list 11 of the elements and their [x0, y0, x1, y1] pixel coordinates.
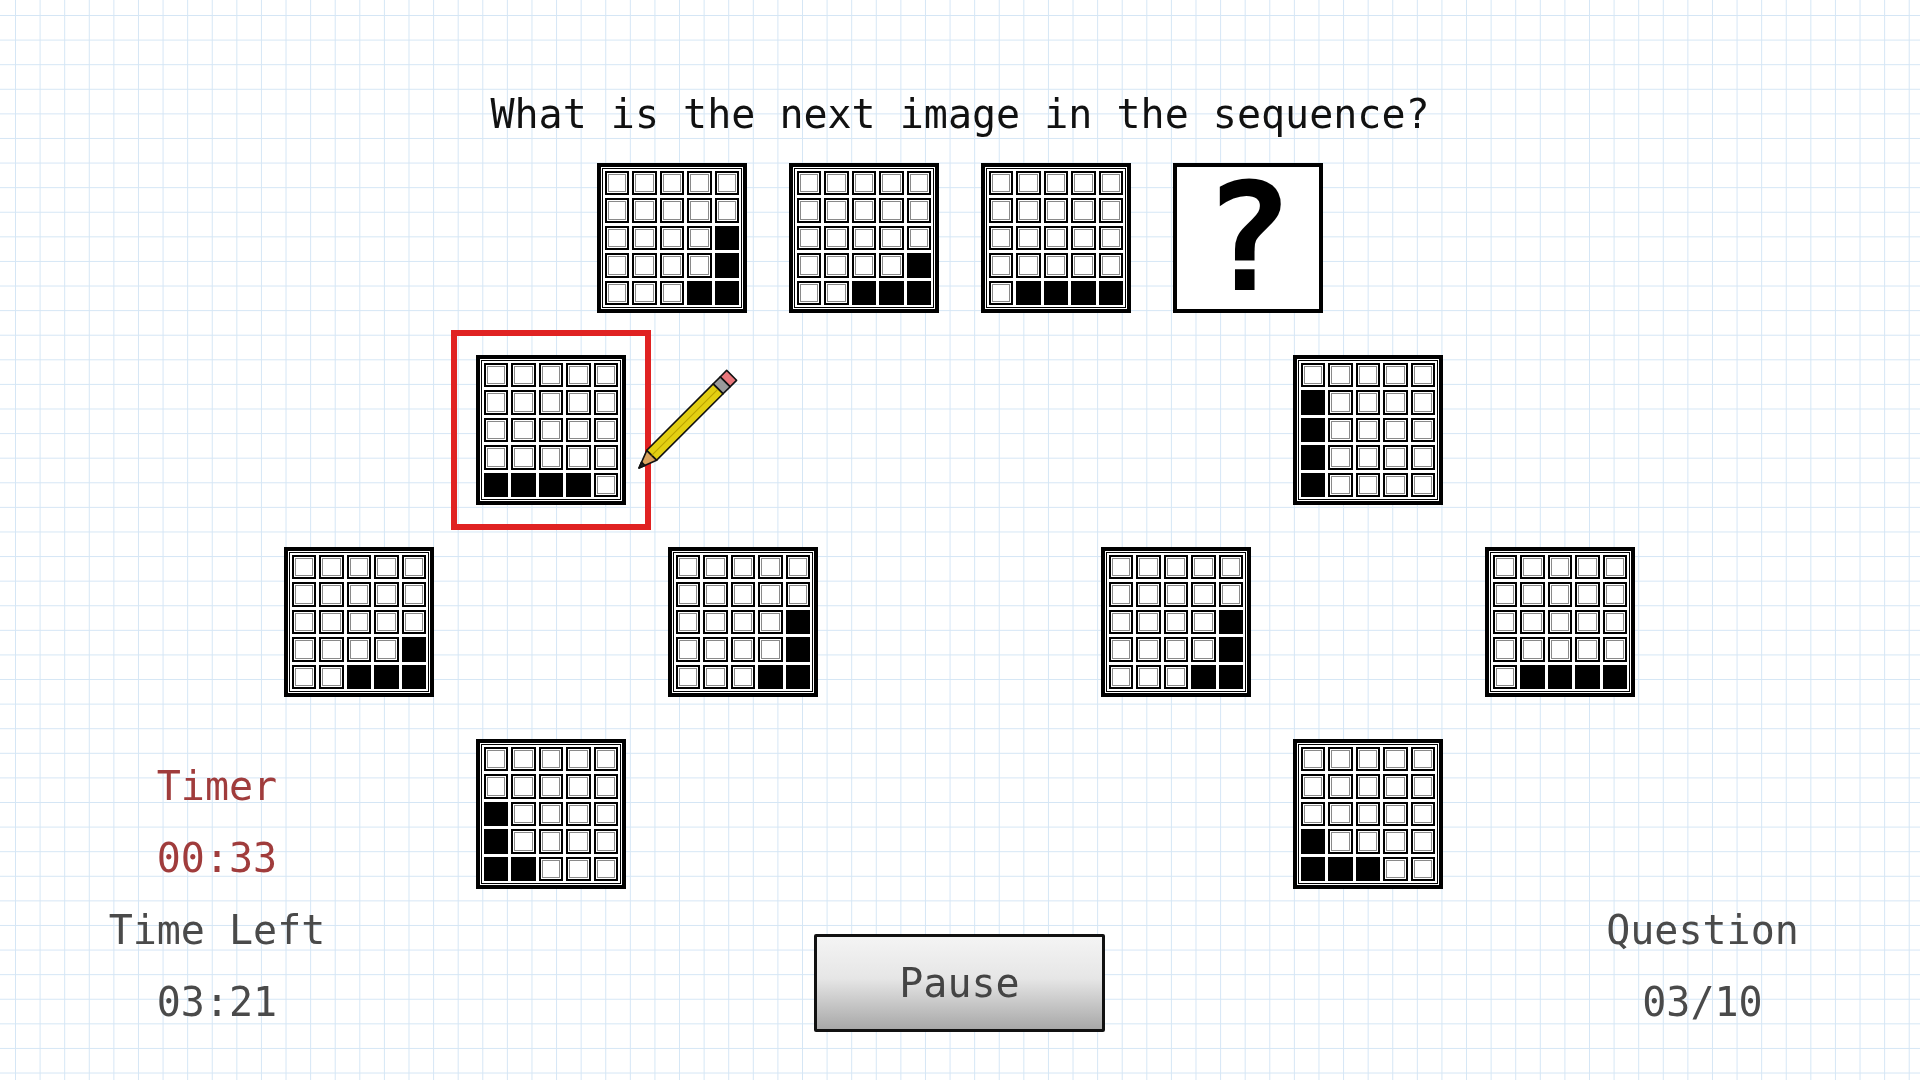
timer-label: Timer	[156, 762, 278, 811]
pause-button[interactable]: Pause	[814, 934, 1105, 1032]
timer-value: 00:33	[156, 834, 278, 883]
question-counter-value: 03/10	[1642, 978, 1763, 1027]
pencil-icon	[637, 369, 739, 470]
time-left-value: 03:21	[156, 978, 278, 1027]
question-text: What is the next image in the sequence?	[490, 90, 1430, 138]
time-left-label: Time Left	[108, 906, 326, 955]
answer-option[interactable]	[451, 330, 651, 530]
mystery-tile: ?	[1173, 163, 1323, 313]
question-counter-label: Question	[1606, 906, 1799, 955]
